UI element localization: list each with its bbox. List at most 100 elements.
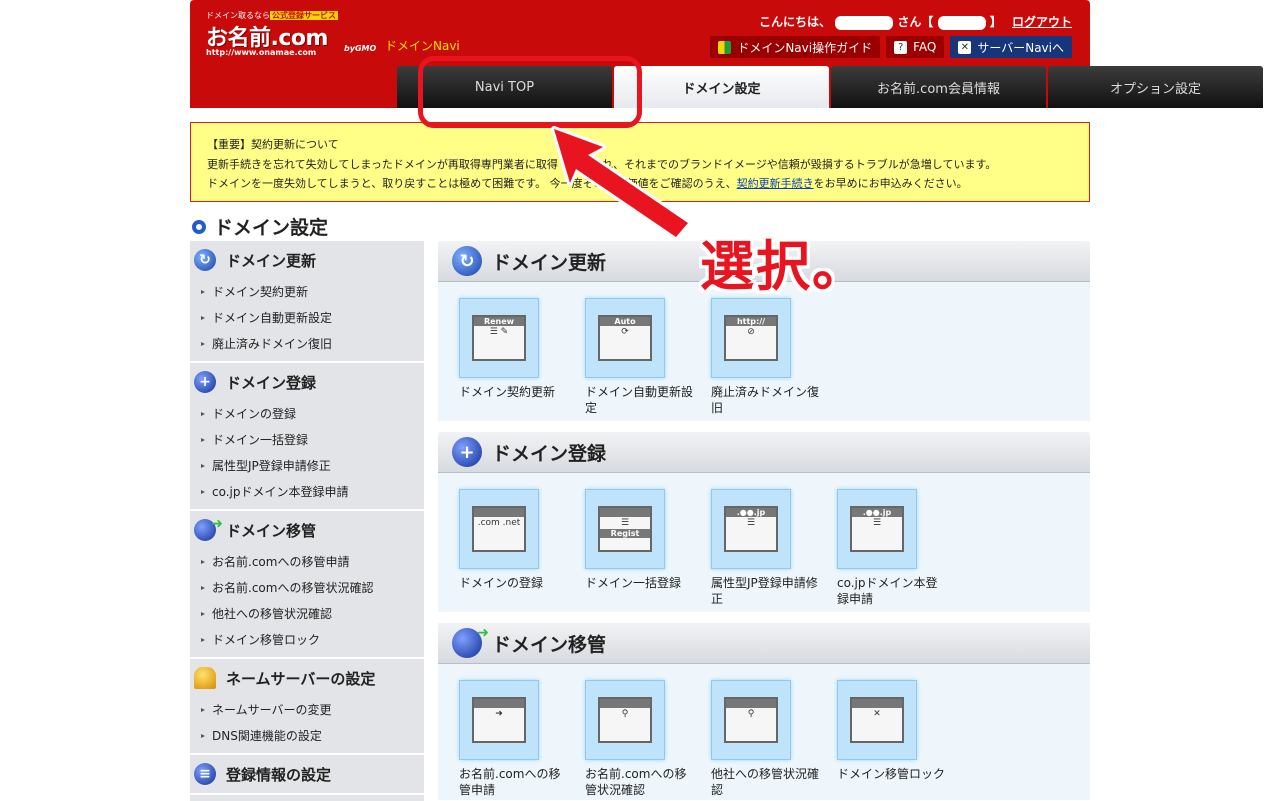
nameserver-icon [194, 667, 216, 689]
tile-label: co.jpドメイン本登録申請 [837, 576, 938, 606]
beginner-mark-icon [718, 40, 732, 54]
tile-label: ドメインの登録 [459, 576, 544, 590]
transfer-lock-icon: ✕ [850, 697, 904, 743]
tile-label: お名前.comへの移管状況確認 [585, 767, 687, 797]
tile-art-text: .●●.jp [852, 508, 902, 517]
tab-member-info[interactable]: お名前.com会員情報 [831, 66, 1046, 108]
sidebar-item-auto-renewal[interactable]: ドメイン自動更新設定 [190, 305, 424, 331]
onamae-logo[interactable]: ドメイン取るなら 公式登録サービス お名前.com http://www.onam… [206, 10, 376, 57]
sidebar-heading-nameserver[interactable]: ネームサーバーの設定 [190, 659, 424, 697]
notice-line-2-tail: をお早めにお申込みください。 [813, 177, 968, 190]
tile-art-text: ✕ [873, 709, 881, 719]
tile-art-text: Auto [600, 317, 650, 326]
tile-label: ドメイン移管ロック [837, 767, 946, 781]
sidebar-item-transfer-status[interactable]: お名前.comへの移管状況確認 [190, 575, 424, 601]
logo-url: http://www.onamae.com [206, 48, 317, 57]
panel-heading-transfer: ドメイン移管 [438, 623, 1090, 664]
sidebar-item-outbound-status[interactable]: 他社への移管状況確認 [190, 601, 424, 627]
tile-label: お名前.comへの移管申請 [459, 767, 561, 797]
sidebar-item-jp-fix[interactable]: 属性型JP登録申請修正 [190, 453, 424, 479]
sidebar-item-contract-renewal[interactable]: ドメイン契約更新 [190, 279, 424, 305]
tile-auto-renewal[interactable]: Auto ⟳ ドメイン自動更新設定 [585, 298, 705, 416]
jp-domain-icon: .●●.jp ☰ [724, 506, 778, 552]
logo-tagline: ドメイン取るなら [206, 11, 270, 20]
sidebar-heading-registration-info[interactable]: ≡ 登録情報の設定 [190, 755, 424, 793]
page-title: ドメイン設定 [192, 213, 328, 240]
sidebar-heading-label: ドメイン登録 [226, 373, 317, 392]
greeting-mid: さん【 [897, 15, 934, 29]
tile-outbound-status[interactable]: ⚲ 他社への移管状況確認 [711, 680, 831, 798]
server-navi-link[interactable]: ✕ サーバーNaviへ [950, 36, 1072, 58]
domain-register-icon: .com .net [472, 506, 526, 552]
sidebar-item-dns-settings[interactable]: DNS関連機能の設定 [190, 723, 424, 749]
transfer-apply-icon: ➜ [472, 697, 526, 743]
annotation-highlight-box [418, 56, 642, 128]
sidebar-section-registration: + ドメイン登録 ドメインの登録 ドメイン一括登録 属性型JP登録申請修正 co… [190, 363, 424, 511]
outbound-status-icon: ⚲ [724, 697, 778, 743]
tile-cojp-register[interactable]: .●●.jp ☰ co.jpドメイン本登録申請 [837, 489, 957, 607]
server-navi-label: サーバーNaviへ [977, 40, 1064, 55]
tile-label: ドメイン自動更新設定 [585, 385, 694, 415]
tile-jp-fix[interactable]: .●●.jp ☰ 属性型JP登録申請修正 [711, 489, 831, 607]
renew-form-icon: Renew ☰ ✎ [472, 315, 526, 361]
tile-art-text: Renew [474, 317, 524, 326]
sidebar: ↻ ドメイン更新 ドメイン契約更新 ドメイン自動更新設定 廃止済みドメイン復旧 … [190, 241, 424, 801]
sidebar-item-nameserver-change[interactable]: ネームサーバーの変更 [190, 697, 424, 723]
auto-renew-icon: Auto ⟳ [598, 315, 652, 361]
sidebar-heading-renewal[interactable]: ↻ ドメイン更新 [190, 241, 424, 279]
tile-label: ドメイン一括登録 [585, 576, 682, 590]
annotation-arrow-icon [551, 126, 691, 240]
redacted-username [835, 15, 894, 30]
guide-link[interactable]: ドメインNavi操作ガイド [710, 36, 881, 58]
tile-art-text: .com .net [477, 518, 521, 528]
page-title-text: ドメイン設定 [214, 217, 329, 239]
faq-link[interactable]: ? FAQ [886, 36, 945, 58]
panel-title: ドメイン更新 [492, 251, 607, 274]
sidebar-section-transfer: ドメイン移管 お名前.comへの移管申請 お名前.comへの移管状況確認 他社へ… [190, 511, 424, 659]
sidebar-item-transfer-lock[interactable]: ドメイン移管ロック [190, 627, 424, 653]
renew-icon: ↻ [452, 246, 482, 276]
registration-info-icon: ≡ [194, 763, 216, 785]
title-ring-icon [192, 219, 206, 234]
sidebar-heading-registration[interactable]: + ドメイン登録 [190, 363, 424, 401]
sidebar-section-registration-info: ≡ 登録情報の設定 [190, 755, 424, 795]
header-subtitle: ドメインNavi [385, 39, 460, 53]
sidebar-item-transfer-apply[interactable]: お名前.comへの移管申請 [190, 549, 424, 575]
tile-contract-renewal[interactable]: Renew ☰ ✎ ドメイン契約更新 [459, 298, 579, 400]
tile-transfer-lock[interactable]: ✕ ドメイン移管ロック [837, 680, 957, 782]
tile-transfer-status[interactable]: ⚲ お名前.comへの移管状況確認 [585, 680, 705, 798]
tile-art-text: .●●.jp [726, 508, 776, 517]
greeting: こんにちは、 さん【 】 ログアウト [759, 13, 1072, 30]
tab-option-settings[interactable]: オプション設定 [1048, 66, 1263, 108]
tile-restore-domain[interactable]: http://⊘ 廃止済みドメイン復旧 [711, 298, 831, 416]
logo-badge: 公式登録サービス [270, 11, 338, 20]
sidebar-item-restore-domain[interactable]: 廃止済みドメイン復旧 [190, 331, 424, 357]
tile-art-text: http:// [726, 317, 776, 326]
sidebar-heading-label: ドメイン移管 [226, 521, 317, 540]
jp-domain-icon: .●●.jp ☰ [850, 506, 904, 552]
greeting-suffix: 】 [989, 15, 1002, 29]
sidebar-heading-transfer[interactable]: ドメイン移管 [190, 511, 424, 549]
sidebar-item-bulk-register[interactable]: ドメイン一括登録 [190, 427, 424, 453]
plus-icon: + [452, 437, 482, 467]
page: ドメイン取るなら 公式登録サービス お名前.com http://www.onam… [0, 0, 1280, 801]
sidebar-section-nameserver: ネームサーバーの設定 ネームサーバーの変更 DNS関連機能の設定 [190, 659, 424, 755]
renew-icon: ↻ [194, 249, 216, 271]
sidebar-item-domain-register[interactable]: ドメインの登録 [190, 401, 424, 427]
tile-label: 廃止済みドメイン復旧 [711, 385, 820, 415]
sidebar-heading-label: 登録情報の設定 [226, 765, 332, 784]
tile-bulk-register[interactable]: ☰ Regist ドメイン一括登録 [585, 489, 705, 591]
tile-transfer-apply[interactable]: ➜ お名前.comへの移管申請 [459, 680, 579, 798]
sidebar-item-cojp-register[interactable]: co.jpドメイン本登録申請 [190, 479, 424, 505]
sidebar-section-renewal: ↻ ドメイン更新 ドメイン契約更新 ドメイン自動更新設定 廃止済みドメイン復旧 [190, 241, 424, 363]
tab-domain-settings[interactable]: ドメイン設定 [614, 66, 829, 108]
tile-label: 他社への移管状況確認 [711, 767, 820, 797]
tile-art-text: Regist [600, 529, 650, 538]
tile-domain-register[interactable]: .com .net ドメインの登録 [459, 489, 579, 591]
redacted-user-id [937, 15, 986, 30]
panel-title: ドメイン移管 [492, 633, 607, 656]
panel-title: ドメイン登録 [492, 442, 607, 465]
logout-link[interactable]: ログアウト [1012, 15, 1072, 29]
renewal-procedure-link[interactable]: 契約更新手続き [737, 177, 814, 190]
panel-transfer: ドメイン移管 ➜ お名前.comへの移管申請 ⚲ お名前.comへの移管状況確認… [438, 623, 1090, 800]
